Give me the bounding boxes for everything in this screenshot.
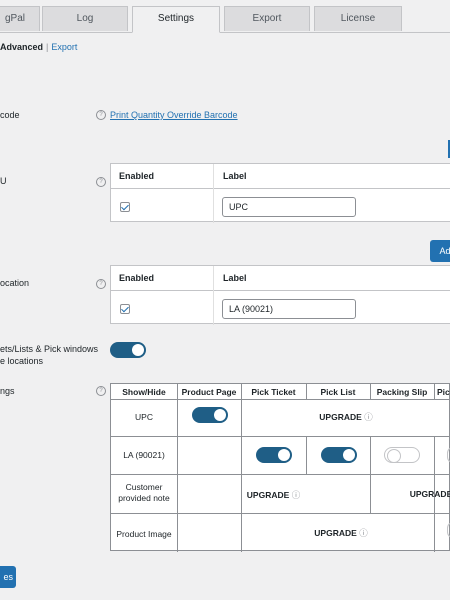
show-locations-toggle[interactable] — [110, 342, 146, 358]
divider — [213, 164, 214, 223]
grid-line — [111, 436, 450, 437]
tab-label: Settings — [157, 13, 195, 24]
packing-slip-toggle[interactable] — [384, 447, 420, 463]
label-input[interactable]: LA (90021) — [222, 299, 356, 319]
toggle-knob — [387, 449, 401, 463]
row-name: LA (90021) — [123, 450, 165, 460]
tab-label: License — [340, 13, 376, 24]
subnav-export-link[interactable]: Export — [51, 42, 77, 52]
sku-labels-table: Enabled Label UPC — [110, 163, 450, 223]
add-button[interactable]: Ad — [430, 240, 450, 262]
grid-line — [177, 384, 178, 552]
grid-line — [111, 399, 450, 400]
settings-row-label: ngs — [0, 386, 15, 396]
tab-bar: gPal Log Settings Export License — [0, 0, 450, 33]
label-input[interactable]: UPC — [222, 197, 356, 217]
help-icon[interactable]: ? — [96, 279, 106, 289]
upgrade-label[interactable]: UPGRADE ⓘ — [291, 527, 391, 539]
subnav-current: Advanced — [0, 42, 44, 52]
upgrade-label[interactable]: UPGRADE ⓘ — [241, 489, 306, 501]
help-icon: ⓘ — [364, 412, 373, 422]
upgrade-text: UPGRADE — [314, 528, 357, 538]
enabled-header: Enabled — [119, 171, 155, 181]
tab-label: Export — [252, 13, 282, 24]
grid-line — [111, 513, 450, 514]
grid-line — [306, 437, 307, 475]
enabled-checkbox[interactable] — [120, 304, 130, 314]
column-header: Show/Hide — [122, 387, 166, 397]
toggle-row-label-line1: ets/Lists & Pick windows — [0, 344, 99, 354]
tab-log[interactable]: Log — [42, 6, 128, 31]
help-icon[interactable]: ? — [96, 386, 106, 396]
tab-gpal[interactable]: gPal — [0, 6, 40, 31]
upgrade-text: UPGRADE — [246, 490, 290, 500]
toggle-row-label-line2: e locations — [0, 356, 44, 366]
sub-navigation: Advanced | Export — [0, 42, 77, 52]
enabled-checkbox[interactable] — [120, 202, 130, 212]
grid-line — [111, 474, 450, 475]
enabled-header: Enabled — [119, 273, 155, 283]
toggle-knob — [214, 409, 226, 421]
tab-label: Log — [76, 13, 94, 24]
barcode-row-label: code — [0, 110, 20, 120]
upgrade-text: UPGRADE — [319, 412, 362, 422]
grid-line — [370, 437, 371, 475]
help-icon: ⓘ — [291, 490, 301, 500]
pick-ticket-toggle[interactable] — [256, 447, 292, 463]
row-name: Product Image — [116, 529, 172, 539]
toggle-knob — [278, 449, 290, 461]
column-header: Pick Ticket — [251, 387, 296, 397]
help-icon: ⓘ — [359, 528, 368, 538]
sku-row-label: U — [0, 176, 7, 186]
grid-line — [370, 475, 371, 514]
tab-export[interactable]: Export — [224, 6, 310, 31]
divider — [111, 188, 450, 189]
save-changes-button[interactable]: es — [0, 566, 16, 588]
location-row-label: ocation — [0, 278, 30, 288]
row-name: Customer provided note — [111, 482, 177, 504]
column-header: Pick List — [320, 387, 356, 397]
location-labels-table: Enabled Label LA (90021) — [110, 265, 450, 325]
column-header: Product Page — [181, 387, 237, 397]
display-settings-grid: Show/Hide Product Page Pick Ticket Pick … — [110, 383, 450, 552]
tab-label: gPal — [4, 13, 25, 24]
divider — [213, 266, 214, 325]
subnav-separator: | — [46, 42, 49, 52]
divider — [111, 290, 450, 291]
row-name-line2: provided note — [118, 493, 170, 503]
label-header: Label — [223, 273, 247, 283]
tab-settings[interactable]: Settings — [132, 6, 220, 33]
product-page-toggle[interactable] — [192, 407, 228, 423]
pick-list-toggle[interactable] — [321, 447, 357, 463]
toggle-knob — [343, 449, 355, 461]
column-header: Packing Slip — [376, 387, 428, 397]
column-header: Pic — [437, 387, 450, 397]
label-header: Label — [223, 171, 247, 181]
upgrade-label[interactable]: UPGRADE — [401, 489, 450, 499]
toggle-knob — [132, 344, 144, 356]
row-name: UPC — [135, 412, 153, 422]
print-quantity-override-barcode-link[interactable]: Print Quantity Override Barcode — [110, 110, 238, 120]
help-icon[interactable]: ? — [96, 110, 106, 120]
grid-line — [241, 384, 242, 552]
tab-license[interactable]: License — [314, 6, 402, 31]
row-name-line1: Customer — [125, 482, 163, 492]
toggle-row-label: ets/Lists & Pick windows e locations — [0, 343, 98, 367]
upgrade-label[interactable]: UPGRADE ⓘ — [301, 411, 391, 423]
help-icon[interactable]: ? — [96, 177, 106, 187]
